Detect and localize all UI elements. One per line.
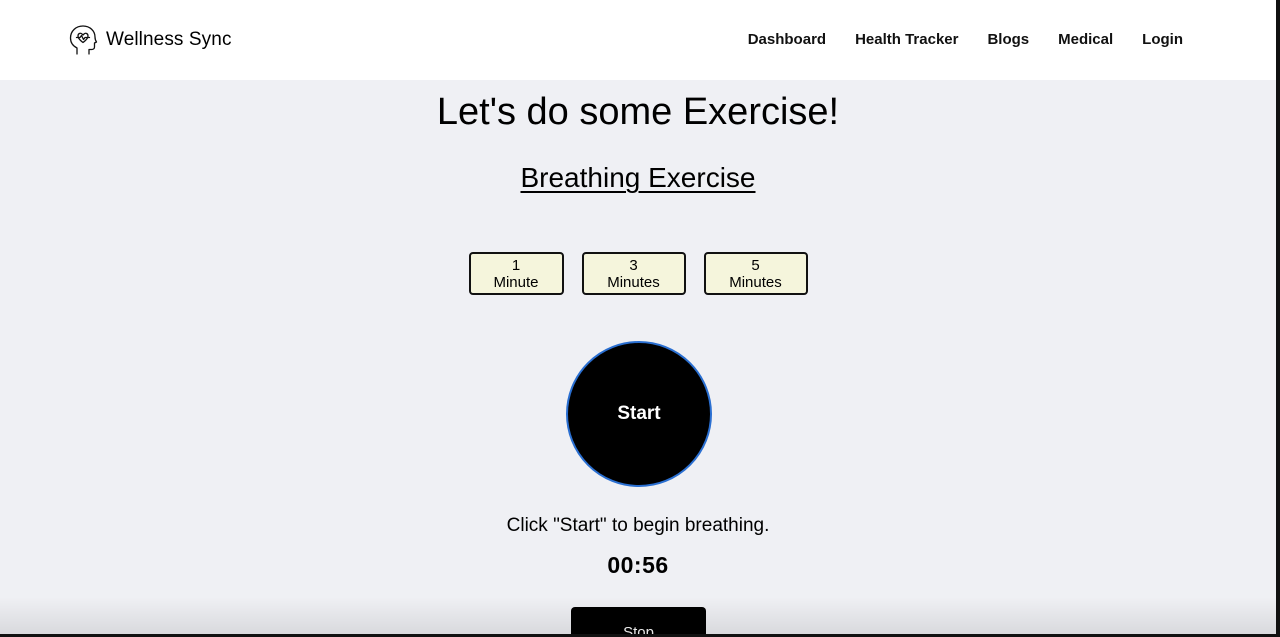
main-nav: Dashboard Health Tracker Blogs Medical L… (748, 30, 1183, 50)
nav-medical[interactable]: Medical (1058, 30, 1113, 50)
nav-blogs[interactable]: Blogs (987, 30, 1029, 50)
stop-button[interactable]: Stop (571, 607, 706, 637)
duration-1-minute-button[interactable]: 1 Minute (468, 252, 564, 295)
head-heartbeat-icon (69, 25, 98, 55)
start-label: Start (617, 403, 661, 424)
instruction-text: Click "Start" to begin breathing. (506, 515, 770, 536)
navbar: Wellness Sync Dashboard Health Tracker B… (0, 0, 1276, 80)
exercise-subtitle-text: Breathing Exercise (520, 162, 756, 193)
nav-health-tracker[interactable]: Health Tracker (855, 30, 958, 50)
nav-dashboard[interactable]: Dashboard (748, 30, 826, 50)
duration-options: 1 Minute 3 Minutes 5 Minutes (0, 252, 1276, 295)
exercise-subtitle: Breathing Exercise (0, 160, 1276, 196)
countdown-timer: 00:56 (607, 552, 669, 578)
brand-logo[interactable]: Wellness Sync (68, 22, 232, 58)
duration-3-minutes-button[interactable]: 3 Minutes (581, 252, 686, 295)
window-right-edge (1276, 0, 1280, 637)
nav-login[interactable]: Login (1142, 30, 1183, 50)
duration-5-minutes-button[interactable]: 5 Minutes (703, 252, 808, 295)
brand-name: Wellness Sync (106, 29, 232, 50)
start-breathing-button[interactable]: Start (566, 341, 712, 487)
page-title: Let's do some Exercise! (436, 91, 840, 133)
exercise-section: Let's do some Exercise! Breathing Exerci… (0, 80, 1276, 637)
